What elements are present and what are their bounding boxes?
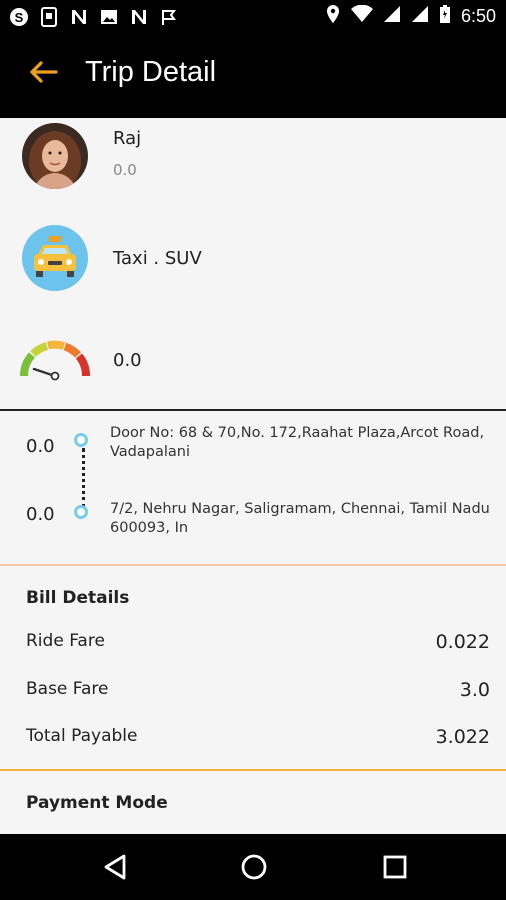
- pickup-value: 0.0: [26, 436, 55, 457]
- back-arrow-icon[interactable]: [28, 60, 58, 84]
- wifi-icon: [350, 4, 373, 27]
- signal-icon: [411, 5, 429, 27]
- driver-rating: 0.0: [113, 161, 137, 179]
- pickup-dot-icon: [74, 433, 88, 447]
- nav-home-icon[interactable]: [239, 852, 269, 882]
- divider: [0, 409, 506, 411]
- battery-icon: [439, 4, 451, 28]
- notification-icons: S: [8, 6, 180, 28]
- pickup-address: Door No: 68 & 70,No. 172,Raahat Plaza,Ar…: [110, 425, 485, 460]
- system-nav-bar: [0, 834, 506, 900]
- driver-avatar: [22, 123, 88, 189]
- divider: [0, 769, 506, 771]
- n-icon: [68, 6, 90, 28]
- driver-name: Raj: [113, 128, 142, 149]
- n-icon: [128, 6, 150, 28]
- system-icons: 6:50: [325, 4, 496, 28]
- phone-card-icon: [38, 6, 60, 28]
- taxi-icon: [22, 225, 88, 291]
- vehicle-type: Taxi . SUV: [113, 248, 202, 269]
- drop-address: 7/2, Nehru Nagar, Saligramam, Chennai, T…: [110, 501, 490, 536]
- clock: 6:50: [460, 5, 496, 26]
- drop-value: 0.0: [26, 504, 55, 525]
- base-fare-value: 3.0: [459, 679, 490, 701]
- skype-icon: S: [8, 6, 30, 28]
- ride-fare-value: 0.022: [435, 631, 490, 653]
- page-title: Trip Detail: [85, 56, 217, 88]
- trip-detail-content[interactable]: Raj 0.0 Taxi . SUV 0.0 0.0 Door No: 68 &…: [0, 118, 506, 834]
- checkmark-flag-icon: [158, 6, 180, 28]
- ride-fare-label: Ride Fare: [26, 631, 105, 651]
- signal-icon: [383, 5, 401, 27]
- payment-mode-title: Payment Mode: [26, 793, 168, 813]
- svg-text:S: S: [15, 10, 24, 25]
- divider: [0, 564, 506, 566]
- location-icon: [325, 4, 341, 28]
- total-payable-label: Total Payable: [26, 726, 138, 746]
- image-icon: [98, 6, 120, 28]
- app-bar: Trip Detail: [0, 34, 506, 118]
- distance-value: 0.0: [113, 350, 142, 371]
- status-bar: S 6:50: [0, 0, 506, 34]
- drop-dot-icon: [74, 505, 88, 519]
- nav-back-icon[interactable]: [100, 852, 130, 882]
- speedometer-icon: [19, 338, 90, 382]
- route-connector: [82, 448, 88, 508]
- nav-recents-icon[interactable]: [380, 852, 410, 882]
- bill-details-title: Bill Details: [26, 588, 130, 608]
- base-fare-label: Base Fare: [26, 679, 109, 699]
- total-payable-value: 3.022: [435, 726, 490, 748]
